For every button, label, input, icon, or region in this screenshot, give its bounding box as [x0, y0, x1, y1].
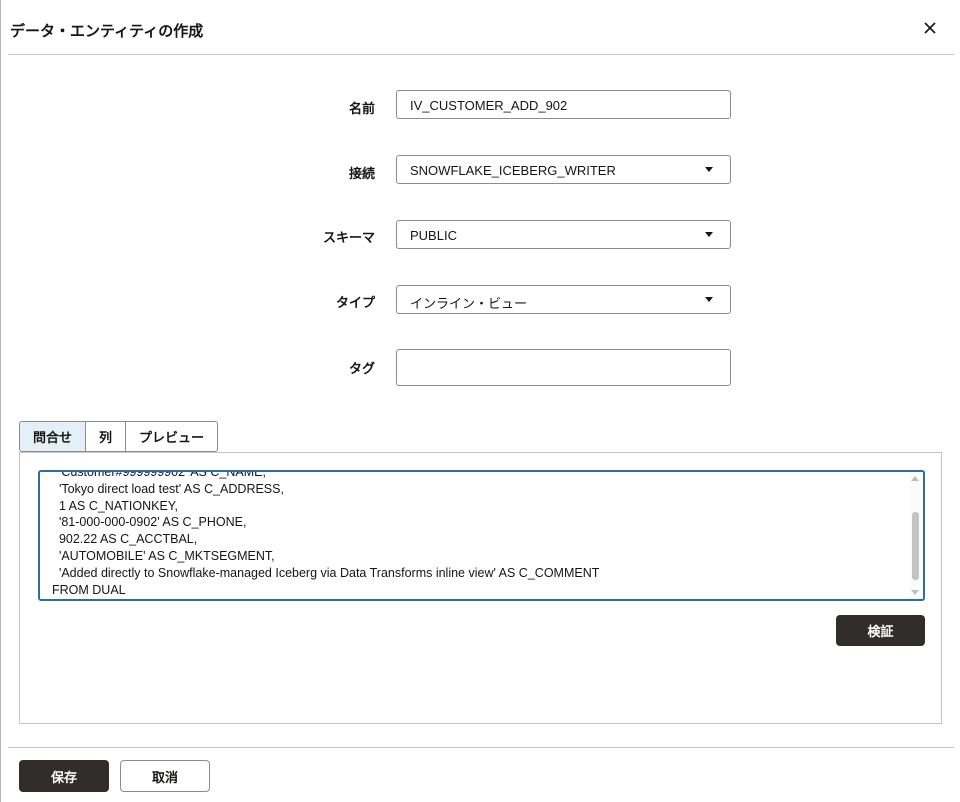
- code-line: 1 AS C_NATIONKEY,: [52, 498, 178, 513]
- scrollbar-thumb[interactable]: [912, 512, 919, 580]
- connection-row: 接続 SNOWFLAKE_ICEBERG_WRITER: [0, 155, 960, 195]
- save-button[interactable]: 保存: [19, 760, 109, 792]
- tag-label: タグ: [348, 362, 375, 377]
- scroll-up-icon[interactable]: [911, 476, 919, 481]
- schema-select-value: PUBLIC: [410, 228, 457, 243]
- tab-preview[interactable]: プレビュー: [125, 421, 219, 452]
- code-line: 'Customer#999999902' AS C_NAME,: [52, 470, 266, 479]
- tag-input[interactable]: [396, 349, 731, 386]
- query-tabs: 問合せ 列 プレビュー: [19, 421, 219, 452]
- name-input-value: IV_CUSTOMER_ADD_902: [410, 98, 568, 113]
- type-row: タイプ インライン・ビュー: [0, 285, 960, 325]
- tag-row: タグ: [0, 349, 960, 389]
- type-label: タイプ: [335, 296, 375, 311]
- code-line: 'Added directly to Snowflake-managed Ice…: [52, 565, 600, 580]
- validate-button[interactable]: 検証: [836, 615, 925, 646]
- connection-label: 接続: [348, 167, 375, 182]
- code-line: 'Tokyo direct load test' AS C_ADDRESS,: [52, 481, 284, 496]
- tab-query[interactable]: 問合せ: [19, 421, 87, 452]
- schema-select[interactable]: PUBLIC: [396, 220, 731, 249]
- name-input[interactable]: IV_CUSTOMER_ADD_902: [396, 90, 731, 119]
- dialog-header: データ・エンティティの作成: [8, 0, 954, 55]
- chevron-down-icon: [705, 232, 713, 237]
- query-code: 'Customer#999999902' AS C_NAME, 'Tokyo d…: [52, 470, 600, 598]
- close-icon: [924, 22, 936, 34]
- close-button[interactable]: [918, 16, 942, 40]
- code-line: '81-000-000-0902' AS C_PHONE,: [52, 515, 247, 530]
- type-select[interactable]: インライン・ビュー: [396, 285, 731, 314]
- schema-label: スキーマ: [322, 231, 375, 246]
- chevron-down-icon: [705, 297, 713, 302]
- type-select-value: インライン・ビュー: [410, 296, 528, 311]
- scroll-down-icon[interactable]: [911, 590, 919, 595]
- connection-select-value: SNOWFLAKE_ICEBERG_WRITER: [410, 163, 616, 178]
- chevron-down-icon: [705, 167, 713, 172]
- name-row: 名前 IV_CUSTOMER_ADD_902: [0, 90, 960, 130]
- query-editor[interactable]: 'Customer#999999902' AS C_NAME, 'Tokyo d…: [38, 470, 925, 601]
- footer-divider: [8, 747, 954, 748]
- cancel-button[interactable]: 取消: [120, 760, 210, 792]
- code-line: 902.22 AS C_ACCTBAL,: [52, 532, 198, 547]
- schema-row: スキーマ PUBLIC: [0, 220, 960, 260]
- editor-scrollbar[interactable]: [910, 472, 922, 599]
- code-line: 'AUTOMOBILE' AS C_MKTSEGMENT,: [52, 548, 275, 563]
- tab-columns[interactable]: 列: [85, 421, 127, 452]
- name-label: 名前: [348, 102, 375, 117]
- code-line: FROM DUAL: [52, 582, 126, 597]
- dialog-title: データ・エンティティの作成: [10, 22, 204, 40]
- connection-select[interactable]: SNOWFLAKE_ICEBERG_WRITER: [396, 155, 731, 184]
